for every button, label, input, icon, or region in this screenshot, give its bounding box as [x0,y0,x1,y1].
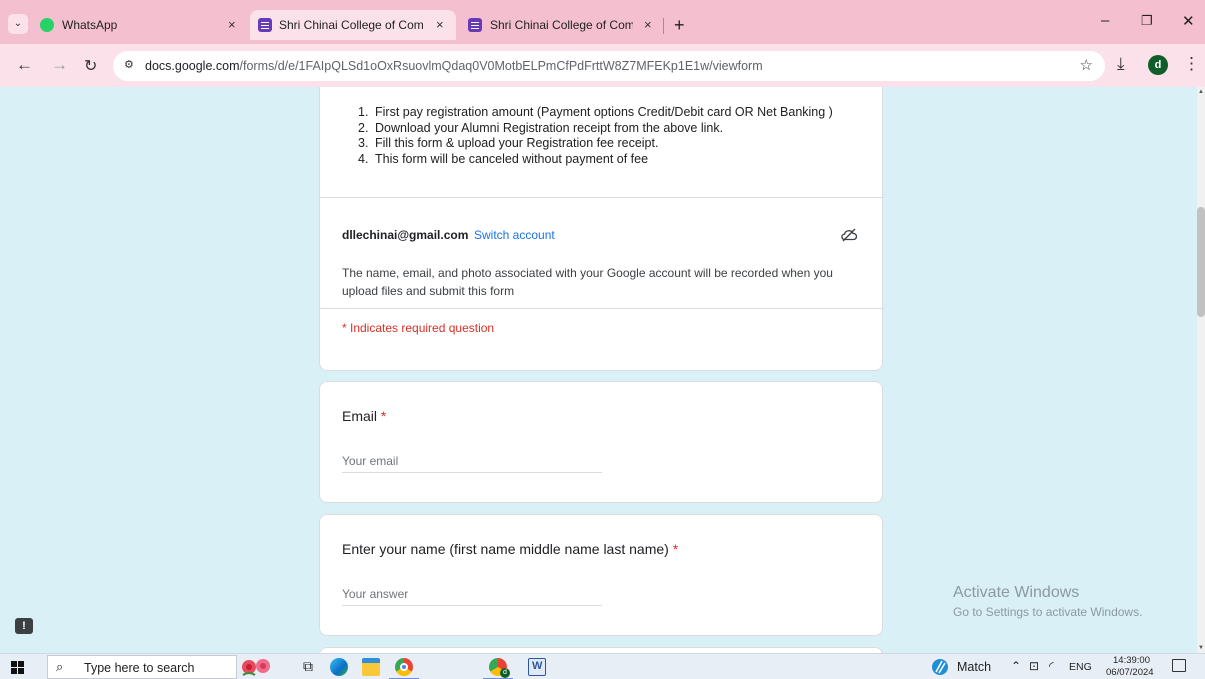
tab-search-chevron-icon[interactable]: ⌄ [8,14,28,34]
form-page: 1. First pay registration amount (Payment… [0,87,1197,653]
cricket-match-icon[interactable] [931,658,949,676]
tab-close-icon[interactable]: × [644,10,652,40]
form-header-card: 1. First pay registration amount (Payment… [319,87,884,371]
google-forms-icon [468,18,482,32]
question-card-name: Enter your name (first name middle name … [319,514,883,636]
word-icon[interactable] [528,658,546,676]
question-title: Email * [342,408,386,424]
scroll-up-arrow-icon[interactable]: ▲ [1197,89,1205,95]
instructions-list: 1. First pay registration amount (Payment… [358,105,868,167]
scroll-down-arrow-icon[interactable]: ▼ [1197,645,1205,651]
tab-shri-chinai[interactable]: Shri Chinai College of Com.& E × [468,10,658,40]
tab-label: Shri Chinai College of Com.& E [490,18,633,32]
windows-taskbar: ⌕ Type here to search ⧉ d Match ⌃ ⊡ ◜ EN… [0,653,1205,679]
tab-close-icon[interactable]: × [228,10,236,40]
url-host: docs.google.com [145,59,240,73]
forward-arrow-icon[interactable]: → [51,55,68,75]
instruction-item: 2. Download your Alumni Registration rece… [358,121,868,137]
url-path: /forms/d/e/1FAIpQLSd1oOxRsuovlmQdaq0V0Mo… [239,59,763,73]
required-asterisk: * [380,408,387,424]
wifi-icon[interactable]: ◜ [1049,659,1054,673]
tab-close-icon[interactable]: × [436,10,444,40]
clock-date[interactable]: 06/07/2024 [1106,667,1154,678]
scrollbar-thumb[interactable] [1197,207,1205,317]
instruction-item: 1. First pay registration amount (Payment… [358,105,868,121]
notifications-icon[interactable] [1172,659,1186,672]
feedback-icon[interactable]: ! [15,618,33,634]
taskbar-search-placeholder: Type here to search [84,661,195,675]
instruction-number: 4. [358,151,369,166]
instruction-text: This form will be canceled without payme… [375,151,649,166]
email-field[interactable] [342,449,602,473]
browser-tab-strip: ⌄ WhatsApp × Shri Chinai College of Com.… [0,0,1205,44]
instruction-number: 1. [358,105,369,119]
meet-now-icon[interactable]: ⊡ [1029,659,1039,673]
instruction-text: Fill this form & upload your Registratio… [375,136,659,151]
tab-whatsapp[interactable]: WhatsApp × [40,10,245,40]
account-notice: The name, email, and photo associated wi… [342,266,833,298]
language-indicator[interactable]: ENG [1069,661,1092,673]
task-view-icon[interactable]: ⧉ [303,658,321,676]
google-forms-icon [258,18,272,32]
browser-toolbar: ← → ↻ ⚙ docs.google.com/forms/d/e/1FAIpQ… [0,44,1205,87]
profile-badge: d [500,668,510,678]
flowers-search-highlight-icon[interactable] [239,655,273,679]
chrome-profile-icon[interactable]: d [489,658,510,678]
taskbar-search-box[interactable]: ⌕ Type here to search [47,655,237,679]
instruction-item: 3. Fill this form & upload your Registrat… [358,136,868,152]
watermark-title: Activate Windows [953,584,1080,601]
minimize-icon[interactable]: – [1101,12,1109,29]
restore-icon[interactable]: ❐ [1141,13,1153,29]
page-scrollbar[interactable]: ▲ ▼ [1197,87,1205,653]
search-icon: ⌕ [56,659,64,674]
switch-account-link[interactable]: Switch account [474,228,555,242]
activate-windows-watermark: Activate Windows Go to Settings to activ… [953,584,1142,619]
divider [320,197,884,198]
required-asterisk: * [672,541,679,557]
instruction-text: First pay registration amount (Payment o… [375,105,833,119]
account-email: dllechinai@gmail.com [342,228,469,242]
question-title-text: Email [342,408,378,424]
url-text[interactable]: docs.google.com/forms/d/e/1FAIpQLSd1oOxR… [145,59,763,73]
instruction-item: 4. This form will be canceled without pay… [358,152,868,168]
edge-browser-icon[interactable] [330,658,348,676]
instruction-number: 2. [358,120,369,135]
browser-menu-icon[interactable]: ⋮ [1183,54,1200,74]
name-field[interactable] [342,582,602,606]
address-bar[interactable]: ⚙ docs.google.com/forms/d/e/1FAIpQLSd1oO… [113,51,1105,81]
site-info-icon[interactable]: ⚙ [124,58,134,71]
question-title-text: Enter your name (first name middle name … [342,541,669,557]
tab-separator [663,18,664,34]
weather-label[interactable]: Match [957,660,991,674]
tab-shri-chinai-active[interactable]: Shri Chinai College of Com.& E × [250,10,456,40]
file-explorer-icon[interactable] [362,658,380,676]
divider [320,308,884,309]
new-tab-button[interactable]: + [674,16,685,34]
tab-label: Shri Chinai College of Com.& E [279,18,424,32]
chrome-icon[interactable] [395,658,413,676]
required-note: * Indicates required question [342,321,495,335]
reload-icon[interactable]: ↻ [84,56,97,76]
watermark-subtitle: Go to Settings to activate Windows. [953,605,1143,619]
instruction-number: 3. [358,136,369,151]
tray-overflow-chevron-icon[interactable]: ⌃ [1011,659,1021,673]
windows-start-icon[interactable] [11,661,24,674]
question-card-email: Email * [319,381,883,503]
whatsapp-icon [40,18,54,32]
window-close-icon[interactable]: ✕ [1182,12,1195,30]
cloud-saved-icon[interactable] [840,228,858,242]
download-icon[interactable]: ⤓ [1117,54,1125,74]
instruction-text: Download your Alumni Registration receip… [375,120,724,135]
profile-avatar[interactable]: d [1148,55,1168,75]
back-arrow-icon[interactable]: ← [16,55,33,75]
tab-label: WhatsApp [62,18,118,32]
clock-time[interactable]: 14:39:00 [1113,655,1150,666]
question-title: Enter your name (first name middle name … [342,541,678,557]
bookmark-star-icon[interactable]: ☆ [1080,56,1093,74]
